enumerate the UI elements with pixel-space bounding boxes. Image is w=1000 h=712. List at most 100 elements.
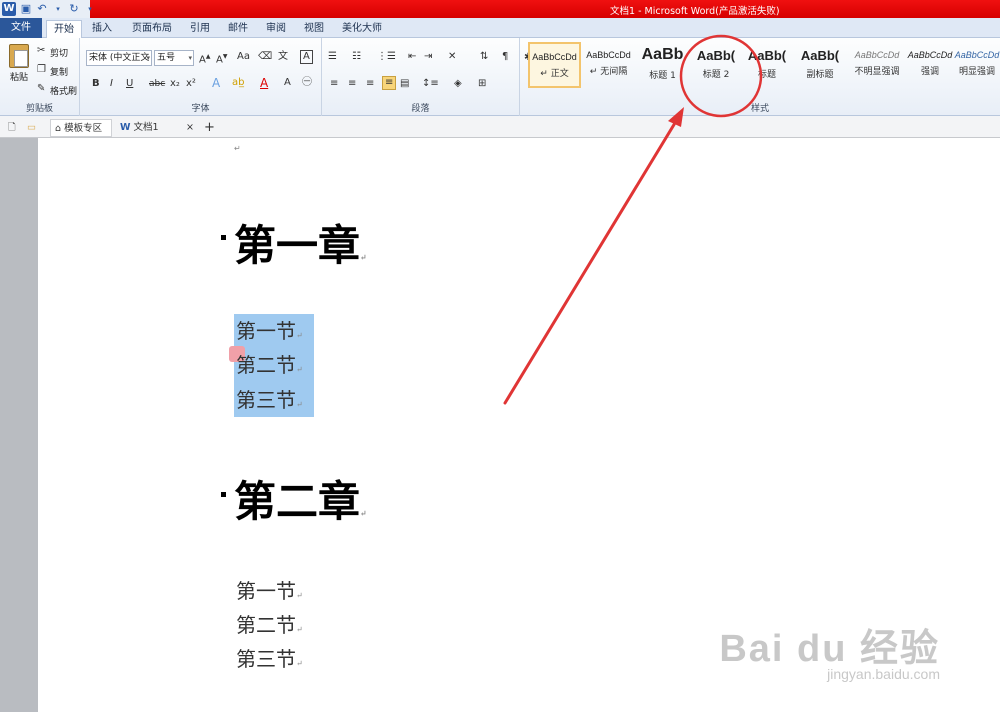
template-zone-label: 模板专区 [64, 123, 103, 134]
close-tab-icon[interactable]: × [186, 119, 194, 137]
distributed-icon[interactable]: ▤ [400, 78, 409, 90]
style-subtitle[interactable]: AaBb( 副标题 [794, 42, 846, 88]
paragraph-mark: ↵ [234, 144, 241, 153]
borders-icon[interactable]: ⊞ [478, 78, 486, 90]
chapter-1-section-3[interactable]: 第三节↵ [236, 383, 303, 417]
clear-format-icon[interactable]: ⌫ [258, 51, 272, 63]
chapter-2-section-3[interactable]: 第三节↵ [236, 642, 303, 676]
style-intense-emphasis-sample: AaBbCcDd [954, 50, 1000, 60]
section-text: 第一节 [236, 579, 296, 603]
clipboard-group: 粘贴 ✂ 剪切 ❐ 复制 ✎ 格式刷 剪贴板 [0, 38, 80, 116]
style-emphasis[interactable]: AaBbCcDd 强调 [906, 42, 954, 88]
char-border-icon[interactable]: A [300, 50, 313, 64]
redo-icon[interactable]: ↻ [68, 3, 80, 15]
font-group-label: 字体 [191, 104, 210, 114]
bullets-icon[interactable]: ☰ [328, 51, 337, 63]
style-subtle-emphasis[interactable]: AaBbCcDd 不明显强调 [848, 42, 906, 88]
align-center-icon[interactable]: ≡ [348, 78, 356, 90]
save-icon[interactable]: ▣ [20, 3, 32, 15]
paragraph-mark: ↵ [296, 365, 303, 374]
font-color-icon[interactable]: A [260, 77, 268, 89]
chapter-2-heading[interactable]: 第二章↵ [234, 468, 367, 529]
bold-icon[interactable]: B [92, 78, 100, 90]
chapter-1-heading[interactable]: 第一章↵ [234, 212, 367, 273]
chinese-layout-icon[interactable]: ✕ [448, 51, 456, 63]
style-heading-1-sample: AaBb [641, 46, 684, 63]
tab-page-layout[interactable]: 页面布局 [124, 20, 180, 38]
increase-indent-icon[interactable]: ⇥ [424, 51, 432, 63]
format-painter-icon[interactable]: ✎ [37, 83, 45, 95]
paragraph-group: ☰ ☷ ⋮☰ ⇤ ⇥ ✕ ⇅ ¶ ≡ ≡ ≡ ≡ ▤ ↕≡ ◈ ⊞ 段落 [322, 38, 520, 116]
style-heading-1[interactable]: AaBb 标题 1 [636, 42, 689, 88]
justify-icon[interactable]: ≡ [382, 76, 397, 90]
subscript-icon[interactable]: x₂ [170, 78, 180, 90]
copy-icon[interactable]: ❐ [37, 64, 46, 76]
cut-icon[interactable]: ✂ [37, 45, 45, 57]
document-page[interactable]: ↵ 第一章↵ 第一节↵ 第二节↵ 第三节↵ 第二章↵ 第一节↵ 第二节↵ 第三节… [38, 138, 1000, 712]
phonetic-guide-icon[interactable]: 文 [278, 51, 288, 63]
shrink-font-icon[interactable]: A▼ [216, 51, 227, 66]
undo-icon[interactable]: ↶ [36, 3, 48, 15]
shading-icon[interactable]: ◈ [454, 78, 462, 90]
doc-tab-label: 文档1 [133, 122, 159, 133]
tab-beautify-master[interactable]: 美化大师 [334, 20, 390, 38]
word-logo-icon[interactable]: W [2, 2, 16, 16]
style-emphasis-label: 强调 [920, 67, 939, 77]
style-intense-emphasis[interactable]: AaBbCcDd 明显强调 [954, 42, 1000, 88]
align-right-icon[interactable]: ≡ [366, 78, 374, 90]
paste-button[interactable]: 粘贴 [6, 42, 32, 88]
template-zone-tab[interactable]: ⌂ 模板专区 [50, 119, 112, 137]
underline-icon[interactable]: U [126, 78, 133, 90]
style-title[interactable]: AaBb( 标题 [744, 42, 790, 88]
tab-review[interactable]: 审阅 [258, 20, 294, 38]
highlight-icon[interactable]: ab̲ [232, 77, 244, 89]
format-painter-button[interactable]: 格式刷 [50, 84, 77, 97]
paragraph-mark: ↵ [296, 591, 303, 600]
customize-qat-icon[interactable]: ▾ [84, 3, 96, 15]
italic-icon[interactable]: I [110, 78, 113, 90]
watermark-brand: Bai du 经验 [719, 628, 940, 670]
style-title-label: 标题 [757, 70, 776, 80]
sort-icon[interactable]: ⇅ [480, 51, 488, 63]
style-normal-label: ↵ 正文 [540, 69, 569, 79]
tab-view[interactable]: 视图 [296, 20, 332, 38]
tab-insert[interactable]: 插入 [84, 20, 120, 38]
tab-home[interactable]: 开始 [46, 20, 82, 38]
grow-font-icon[interactable]: A▲ [199, 51, 210, 66]
style-subtitle-sample: AaBb( [800, 48, 840, 63]
copy-button[interactable]: 复制 [50, 65, 68, 78]
word-doc-icon: W [120, 122, 131, 133]
multilevel-list-icon[interactable]: ⋮☰ [377, 51, 396, 63]
dropdown-icon[interactable]: ▾ [52, 3, 64, 15]
tab-references[interactable]: 引用 [182, 20, 218, 38]
open-folder-icon[interactable]: ▭ [27, 119, 36, 137]
align-left-icon[interactable]: ≡ [330, 78, 338, 90]
new-tab-button[interactable]: + [204, 119, 215, 137]
superscript-icon[interactable]: x² [186, 78, 196, 90]
decrease-indent-icon[interactable]: ⇤ [408, 51, 416, 63]
paragraph-group-label: 段落 [411, 104, 430, 114]
chapter-2-section-1[interactable]: 第一节↵ [236, 574, 303, 608]
line-spacing-icon[interactable]: ↕≡ [422, 78, 439, 90]
char-shading-icon[interactable]: A [284, 77, 291, 89]
font-name-chevron-icon: ▾ [146, 54, 150, 62]
text-effects-icon[interactable]: A [212, 77, 220, 89]
tab-file[interactable]: 文件 [0, 18, 42, 38]
style-heading-2[interactable]: AaBb( 标题 2 [688, 42, 744, 88]
new-doc-icon[interactable]: 🗋 [8, 119, 16, 137]
show-marks-icon[interactable]: ¶ [502, 51, 508, 63]
enclose-char-icon[interactable]: ㊀ [302, 77, 312, 89]
font-name-select[interactable]: 宋体 (中文正文 ▾ [86, 50, 152, 66]
chapter-1-section-2[interactable]: 第二节↵ [236, 348, 303, 382]
chapter-1-section-1[interactable]: 第一节↵ [236, 314, 303, 348]
style-no-spacing[interactable]: AaBbCcDd ↵ 无间隔 [582, 42, 635, 88]
strikethrough-icon[interactable]: abc [149, 78, 165, 90]
style-normal[interactable]: AaBbCcDd ↵ 正文 [528, 42, 581, 88]
change-case-icon[interactable]: Aa [237, 51, 250, 63]
tab-mailings[interactable]: 邮件 [220, 20, 256, 38]
numbering-icon[interactable]: ☷ [352, 51, 361, 63]
font-size-select[interactable]: 五号 ▾ [154, 50, 194, 66]
cut-button[interactable]: 剪切 [50, 46, 68, 59]
chapter-1-text: 第一章 [234, 221, 361, 270]
chapter-2-section-2[interactable]: 第二节↵ [236, 608, 303, 642]
